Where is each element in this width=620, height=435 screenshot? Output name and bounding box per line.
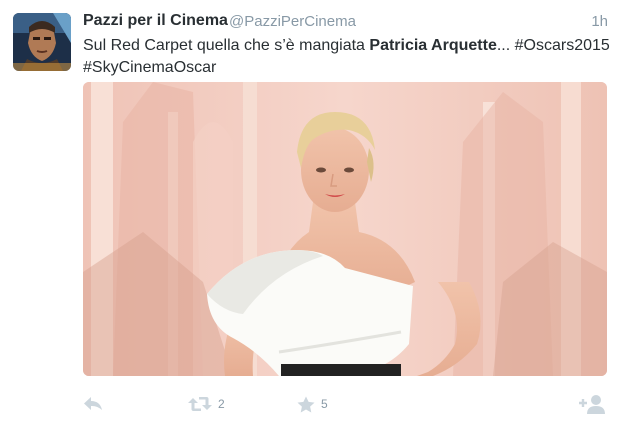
- tweet-actions: 2 5: [83, 392, 613, 418]
- tweet-text-part: Sul Red Carpet quella che s’è mangiata: [83, 37, 370, 54]
- tweet: Pazzi per il Cinema @PazziPerCinema 1h S…: [0, 0, 620, 435]
- tweet-text-bold: Patricia Arquette: [369, 37, 497, 54]
- photo-image: [83, 82, 607, 376]
- tweet-timestamp[interactable]: 1h: [591, 13, 608, 30]
- avatar-image: [13, 13, 71, 71]
- retweet-icon: [188, 397, 212, 411]
- retweet-button[interactable]: 2: [188, 392, 225, 416]
- avatar[interactable]: [13, 13, 71, 71]
- author-name[interactable]: Pazzi per il Cinema: [83, 12, 228, 30]
- tweet-header: Pazzi per il Cinema @PazziPerCinema 1h: [83, 12, 608, 34]
- author-username[interactable]: @PazziPerCinema: [229, 13, 356, 30]
- tweet-text-hashtag-2[interactable]: #SkyCinemaOscar: [83, 59, 216, 76]
- star-icon: [297, 396, 315, 412]
- follow-button[interactable]: [579, 392, 605, 416]
- favorite-button[interactable]: 5: [297, 392, 328, 416]
- add-user-icon: [579, 395, 605, 414]
- favorite-count: 5: [321, 397, 328, 411]
- tweet-text: Sul Red Carpet quella che s’è mangiata P…: [83, 35, 613, 79]
- tweet-text-hashtag[interactable]: ... #Oscars2015: [497, 37, 610, 54]
- retweet-count: 2: [218, 397, 225, 411]
- reply-button[interactable]: [83, 392, 103, 416]
- reply-icon: [84, 397, 102, 410]
- tweet-photo[interactable]: [83, 82, 607, 376]
